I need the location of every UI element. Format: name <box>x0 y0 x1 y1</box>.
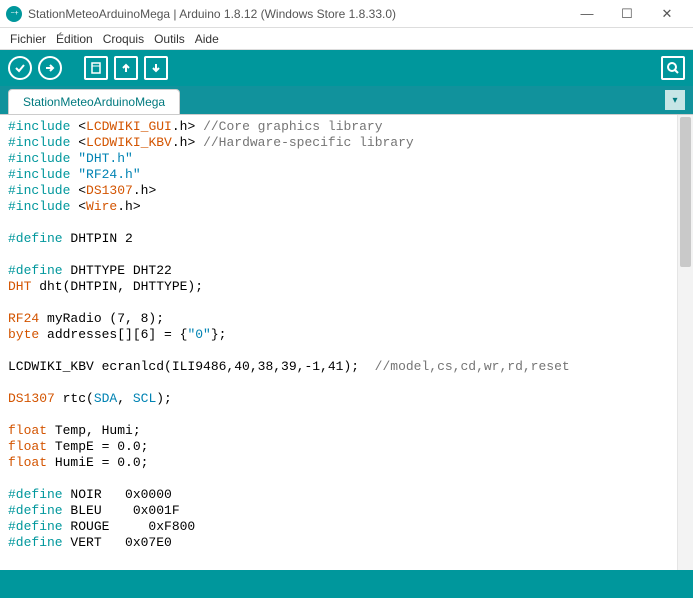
serial-monitor-button[interactable] <box>661 56 685 80</box>
window-title: StationMeteoArduinoMega | Arduino 1.8.12… <box>28 7 396 21</box>
check-icon <box>14 62 26 74</box>
editor-area: #include <LCDWIKI_GUI.h> //Core graphics… <box>0 114 693 570</box>
tab-main[interactable]: StationMeteoArduinoMega <box>8 89 180 114</box>
window-titlebar: StationMeteoArduinoMega | Arduino 1.8.12… <box>0 0 693 28</box>
close-button[interactable]: ✕ <box>647 0 687 28</box>
minimize-button[interactable]: — <box>567 0 607 28</box>
arrow-up-icon <box>120 62 132 74</box>
tab-dropdown-button[interactable]: ▾ <box>665 90 685 110</box>
menu-file[interactable]: Fichier <box>10 32 46 46</box>
save-button[interactable] <box>144 56 168 80</box>
arrow-down-icon <box>150 62 162 74</box>
open-button[interactable] <box>114 56 138 80</box>
menu-edit[interactable]: Édition <box>56 32 93 46</box>
magnifier-icon <box>666 61 680 75</box>
new-button[interactable] <box>84 56 108 80</box>
status-bar <box>0 570 693 598</box>
menu-sketch[interactable]: Croquis <box>103 32 144 46</box>
arduino-icon <box>6 6 22 22</box>
menu-help[interactable]: Aide <box>195 32 219 46</box>
file-icon <box>90 62 102 74</box>
toolbar <box>0 50 693 86</box>
upload-button[interactable] <box>38 56 62 80</box>
maximize-button[interactable]: ☐ <box>607 0 647 28</box>
tab-bar: StationMeteoArduinoMega ▾ <box>0 86 693 114</box>
scrollbar-thumb[interactable] <box>680 117 691 267</box>
menu-tools[interactable]: Outils <box>154 32 185 46</box>
verify-button[interactable] <box>8 56 32 80</box>
menu-bar: Fichier Édition Croquis Outils Aide <box>0 28 693 50</box>
arrow-right-icon <box>44 62 56 74</box>
code-editor[interactable]: #include <LCDWIKI_GUI.h> //Core graphics… <box>0 115 677 570</box>
scrollbar[interactable] <box>677 115 693 570</box>
